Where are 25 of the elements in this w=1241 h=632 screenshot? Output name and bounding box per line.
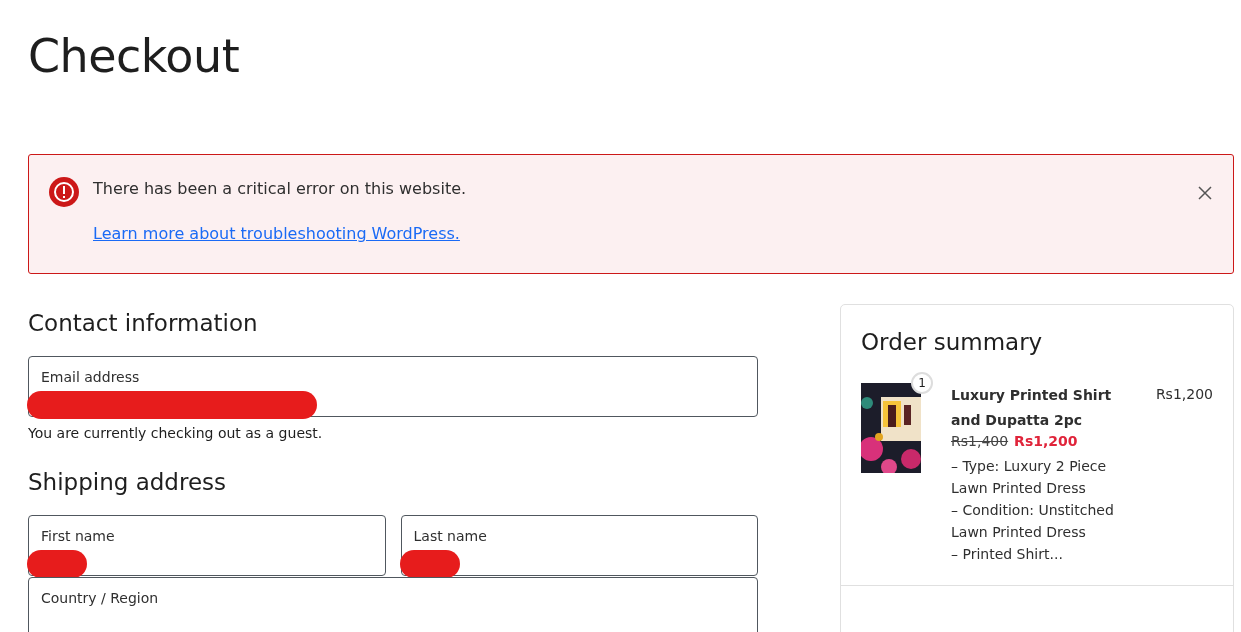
quantity-badge: 1 [911, 372, 933, 394]
page-title: Checkout [28, 28, 241, 84]
field-label: Last name [413, 528, 487, 544]
product-detail: – Printed Shirt... [951, 545, 1064, 564]
error-message: There has been a critical error on this website. [93, 179, 468, 198]
line-total: Rs1,200 [1155, 386, 1213, 404]
product-detail: – Condition: Unstitched Lawn Printed Dress [951, 501, 1115, 542]
input-field[interactable]: Last name [400, 515, 758, 576]
input-field[interactable]: First name [28, 515, 386, 576]
field-label: Email address [41, 369, 140, 385]
product-name: Luxury Printed Shirt and Dupatta 2pc [951, 386, 1113, 430]
troubleshooting-link[interactable]: Learn more about troubleshooting WordPress. [93, 224, 460, 243]
section-heading: Contact information [28, 310, 259, 336]
input-field[interactable]: Country / Region [28, 577, 758, 632]
old-price: Rs1,400 [951, 433, 1009, 449]
field-label: Country / Region [41, 590, 159, 606]
card-heading: Order summary [861, 329, 1044, 355]
error-icon [49, 177, 79, 207]
section-heading: Shipping address [28, 469, 227, 495]
field-label: First name [41, 528, 115, 544]
guest-note: You are currently checking out as a guest. [28, 425, 324, 441]
product-detail: – Type: Luxury 2 Piece Lawn Printed Dress [951, 457, 1108, 498]
close-icon[interactable] [1197, 185, 1213, 201]
input-field[interactable]: Email address [28, 356, 758, 417]
sale-price: Rs1,200 [1014, 433, 1078, 449]
